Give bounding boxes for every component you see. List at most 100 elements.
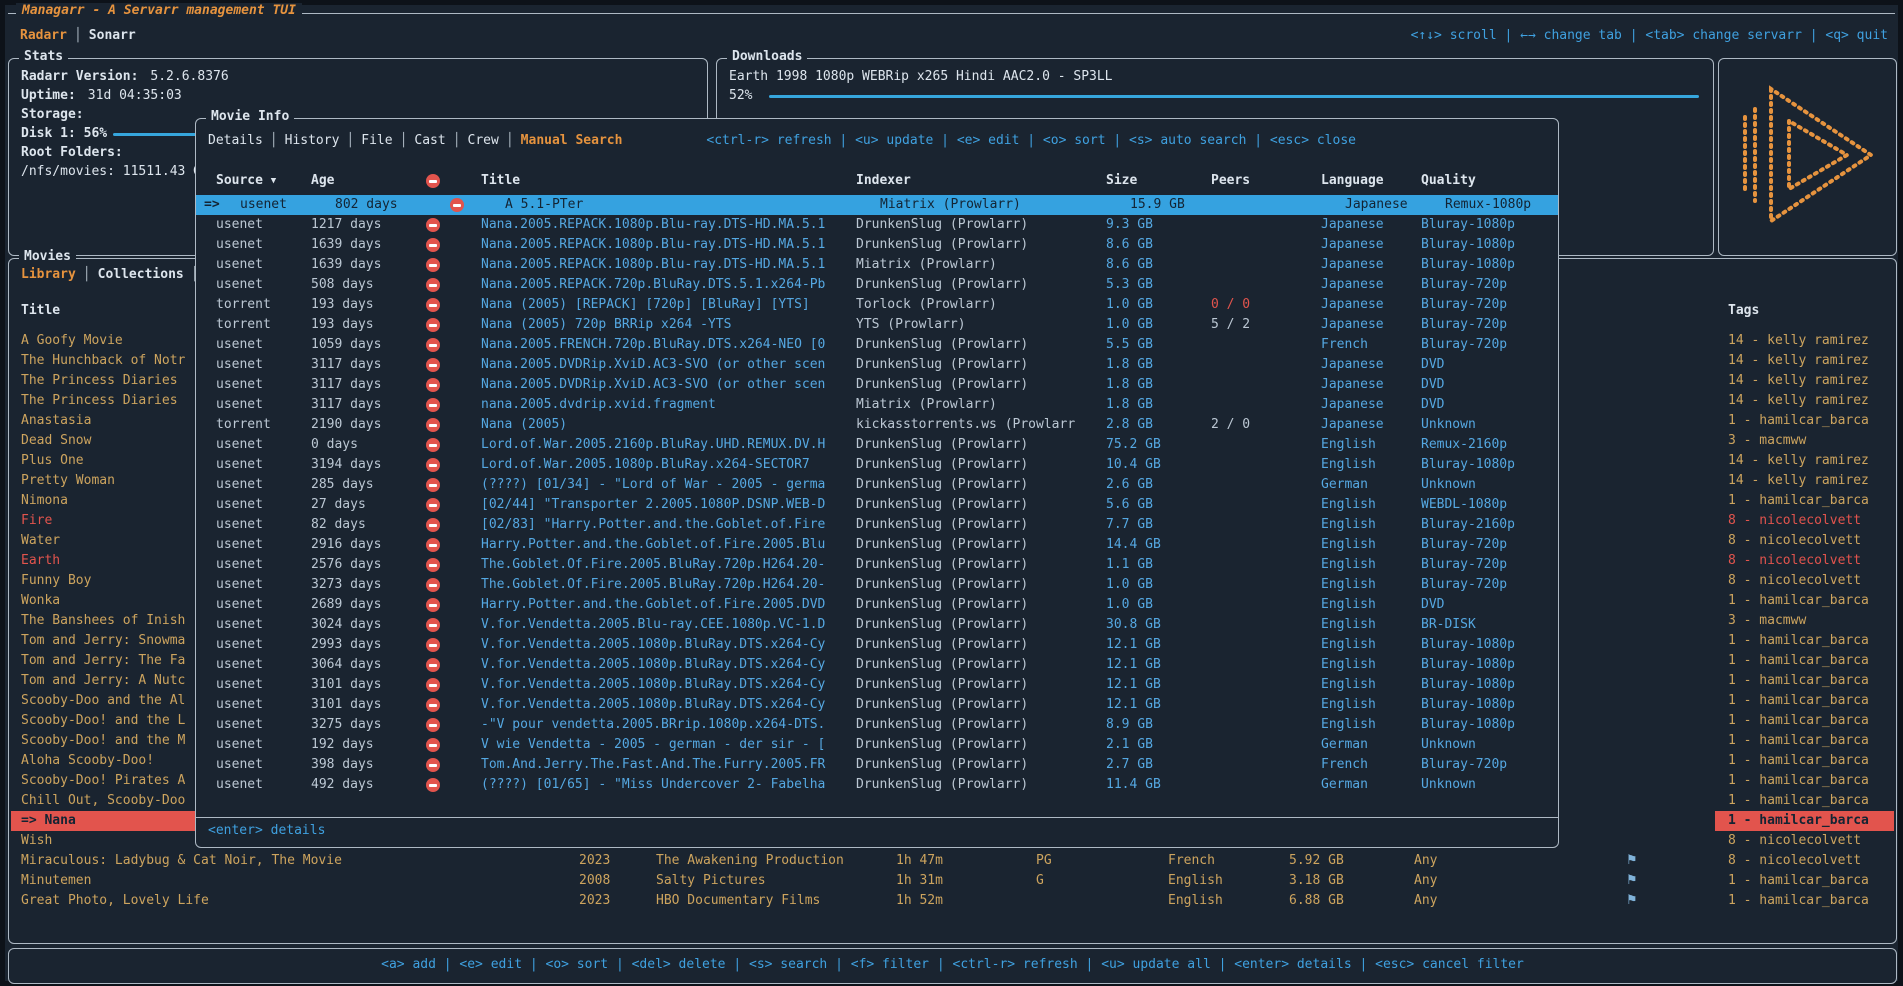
search-result-row[interactable]: usenet285 days(????) [01/34] - "Lord of … xyxy=(196,475,1558,495)
search-result-row[interactable]: usenet192 daysV wie Vendetta - 2005 - ge… xyxy=(196,735,1558,755)
result-size: 1.0 GB xyxy=(1106,595,1153,615)
result-language: English xyxy=(1321,615,1376,635)
no-entry-glyph xyxy=(426,738,440,752)
result-language: English xyxy=(1321,515,1376,535)
result-source: usenet xyxy=(240,195,287,215)
column-header-title[interactable]: Title xyxy=(481,171,520,191)
tag-cell: 14 - kelly ramirez xyxy=(1715,451,1894,471)
result-language: Japanese xyxy=(1321,395,1384,415)
movie-size: 6.88 GB xyxy=(1289,891,1344,911)
result-quality: DVD xyxy=(1421,595,1444,615)
result-size: 1.0 GB xyxy=(1106,575,1153,595)
search-result-row[interactable]: usenet27 days[02/44] "Transporter 2.2005… xyxy=(196,495,1558,515)
result-language: English xyxy=(1321,435,1376,455)
movie-title: Tom and Jerry: A Nutc xyxy=(21,671,185,691)
search-result-row[interactable]: torrent193 daysNana (2005) 720p BRRip x2… xyxy=(196,315,1558,335)
servarr-tab-radarr[interactable]: Radarr xyxy=(20,28,67,43)
search-result-row[interactable]: usenet2916 daysHarry.Potter.and.the.Gobl… xyxy=(196,535,1558,555)
search-result-row[interactable]: usenet1639 daysNana.2005.REPACK.1080p.Bl… xyxy=(196,255,1558,275)
result-age: 192 days xyxy=(311,735,374,755)
result-indexer: Miatrix (Prowlarr) xyxy=(856,255,997,275)
tab-crew[interactable]: Crew xyxy=(468,133,499,148)
app-title: Managarr - A Servarr management TUI xyxy=(16,3,302,18)
search-result-row[interactable]: usenet3024 daysV.for.Vendetta.2005.Blu-r… xyxy=(196,615,1558,635)
no-entry-glyph xyxy=(426,298,440,312)
result-source: torrent xyxy=(216,415,271,435)
tab-cast[interactable]: Cast xyxy=(414,133,445,148)
tab-file[interactable]: File xyxy=(361,133,392,148)
search-result-row[interactable]: usenet3101 daysV.for.Vendetta.2005.1080p… xyxy=(196,695,1558,715)
result-language: German xyxy=(1321,775,1368,795)
search-result-row[interactable]: usenet492 days(????) [01/65] - "Miss Und… xyxy=(196,775,1558,795)
search-result-row[interactable]: usenet398 daysTom.And.Jerry.The.Fast.And… xyxy=(196,755,1558,775)
search-result-row[interactable]: usenet3117 daysnana.2005.dvdrip.xvid.fra… xyxy=(196,395,1558,415)
column-header-source[interactable]: Source ▼ xyxy=(216,171,276,192)
no-entry-glyph xyxy=(426,318,440,332)
result-cells: usenet3024 daysV.for.Vendetta.2005.Blu-r… xyxy=(196,615,1558,635)
result-cells: usenet3101 daysV.for.Vendetta.2005.1080p… xyxy=(196,695,1558,715)
result-peers: 2 / 0 xyxy=(1211,415,1250,435)
tag-cell: 1 - hamilcar_barca xyxy=(1715,591,1894,611)
result-title: (????) [01/34] - "Lord of War - 2005 - g… xyxy=(481,475,825,495)
movie-list-row[interactable]: Miraculous: Ladybug & Cat Noir, The Movi… xyxy=(9,851,1896,871)
column-header-quality[interactable]: Quality xyxy=(1421,171,1476,191)
tab-collections[interactable]: Collections xyxy=(98,267,184,282)
search-result-row[interactable]: usenet82 days[02/83] "Harry.Potter.and.t… xyxy=(196,515,1558,535)
search-result-row[interactable]: usenet0 daysLord.of.War.2005.2160p.BluRa… xyxy=(196,435,1558,455)
movie-availability: Any xyxy=(1414,851,1437,871)
movie-list-row[interactable]: Great Photo, Lovely Life2023HBO Document… xyxy=(9,891,1896,911)
search-result-row[interactable]: usenet3117 daysNana.2005.DVDRip.XviD.AC3… xyxy=(196,355,1558,375)
result-language: English xyxy=(1321,655,1376,675)
movie-runtime: 1h 47m xyxy=(896,851,943,871)
tag-cell: 8 - nicolecolvett xyxy=(1715,571,1894,591)
search-result-row[interactable]: usenet3273 daysThe.Goblet.Of.Fire.2005.B… xyxy=(196,575,1558,595)
search-result-row[interactable]: usenet2576 daysThe.Goblet.Of.Fire.2005.B… xyxy=(196,555,1558,575)
tab-history[interactable]: History xyxy=(285,133,340,148)
movie-title: Wonka xyxy=(21,591,60,611)
column-header-indexer[interactable]: Indexer xyxy=(856,171,911,191)
search-result-row[interactable]: usenet508 daysNana.2005.REPACK.720p.BluR… xyxy=(196,275,1558,295)
search-result-row[interactable]: usenet3275 days-"V pour vendetta.2005.BR… xyxy=(196,715,1558,735)
downloads-panel-title: Downloads xyxy=(727,49,807,64)
movie-title: Dead Snow xyxy=(21,431,91,451)
movie-list-row[interactable]: Minutemen2008Salty Pictures1h 31mGEnglis… xyxy=(9,871,1896,891)
result-cells: usenet1059 daysNana.2005.FRENCH.720p.Blu… xyxy=(196,335,1558,355)
result-source: usenet xyxy=(216,455,263,475)
tab-separator: │ xyxy=(446,133,468,148)
tag-cell: 14 - kelly ramirez xyxy=(1715,331,1894,351)
search-result-row[interactable]: usenet1639 daysNana.2005.REPACK.1080p.Bl… xyxy=(196,235,1558,255)
tab-details[interactable]: Details xyxy=(208,133,263,148)
no-entry-glyph xyxy=(426,578,440,592)
movie-title: Scooby-Doo and the Al xyxy=(21,691,185,711)
movie-availability: Any xyxy=(1414,891,1437,911)
tab-library[interactable]: Library xyxy=(21,267,76,282)
tag-rows: 14 - kelly ramirez14 - kelly ramirez14 -… xyxy=(1715,331,1894,915)
search-result-row[interactable]: usenet3117 daysNana.2005.DVDRip.XviD.AC3… xyxy=(196,375,1558,395)
search-result-row[interactable]: usenet3101 daysV.for.Vendetta.2005.1080p… xyxy=(196,675,1558,695)
result-language: French xyxy=(1321,755,1368,775)
search-result-row[interactable]: usenet1217 daysNana.2005.REPACK.1080p.Bl… xyxy=(196,215,1558,235)
result-quality: Bluray-720p xyxy=(1421,535,1507,555)
search-result-row[interactable]: usenet1059 daysNana.2005.FRENCH.720p.Blu… xyxy=(196,335,1558,355)
monitored-flag-icon: ⚑ xyxy=(1626,851,1638,871)
search-result-row[interactable]: usenet2993 daysV.for.Vendetta.2005.1080p… xyxy=(196,635,1558,655)
column-header-language[interactable]: Language xyxy=(1321,171,1384,191)
column-header-peers[interactable]: Peers xyxy=(1211,171,1250,191)
column-header-size[interactable]: Size xyxy=(1106,171,1137,191)
search-result-row[interactable]: usenet2689 daysHarry.Potter.and.the.Gobl… xyxy=(196,595,1558,615)
search-result-row[interactable]: usenet3064 daysV.for.Vendetta.2005.1080p… xyxy=(196,655,1558,675)
movie-title: Minutemen xyxy=(21,871,91,891)
result-indexer: Miatrix (Prowlarr) xyxy=(880,195,1021,215)
tag-cell: 1 - hamilcar_barca xyxy=(1715,891,1894,911)
tab-manual-search[interactable]: Manual Search xyxy=(521,133,623,148)
search-result-row[interactable]: torrent2190 daysNana (2005)kickasstorren… xyxy=(196,415,1558,435)
search-result-row[interactable]: torrent193 daysNana (2005) [REPACK] [720… xyxy=(196,295,1558,315)
servarr-tab-sonarr[interactable]: Sonarr xyxy=(89,28,136,43)
result-quality: Bluray-720p xyxy=(1421,755,1507,775)
search-result-row[interactable]: =>usenet802 daysA 5.1-PTerMiatrix (Prowl… xyxy=(196,195,1558,215)
search-result-row[interactable]: usenet3194 daysLord.of.War.2005.1080p.Bl… xyxy=(196,455,1558,475)
column-header-age[interactable]: Age xyxy=(311,171,334,191)
result-title: Nana.2005.REPACK.1080p.Blu-ray.DTS-HD.MA… xyxy=(481,235,825,255)
result-indexer: DrunkenSlug (Prowlarr) xyxy=(856,435,1028,455)
movie-title: Scooby-Doo! Pirates A xyxy=(21,771,185,791)
